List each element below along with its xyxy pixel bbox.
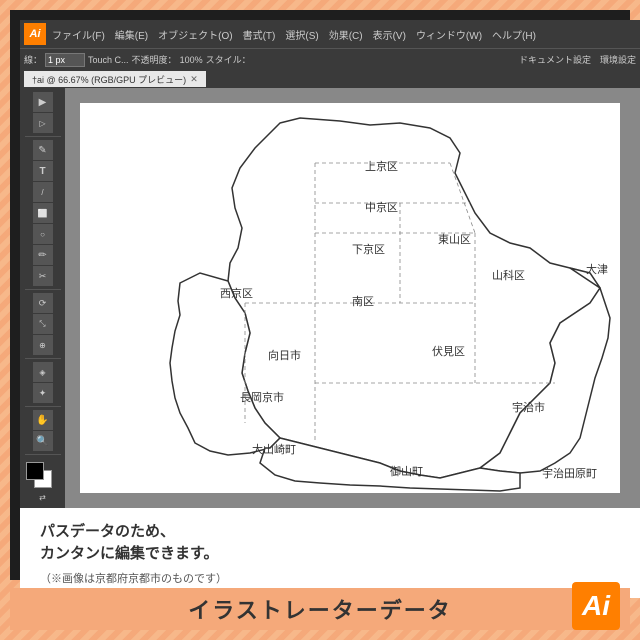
toolbox: ▶ ▷ ✎ T / ⬜ ○ ✏ ✂ ⟳ ⤡ ⊕ ◈ ✦ ✋ 🔍 ⇄ ⊘ ··· <box>20 88 65 548</box>
label-nishikyo: 西京区 <box>220 285 253 301</box>
label-uji: 宇治市 <box>512 399 545 415</box>
label-fushimi: 伏見区 <box>432 343 465 359</box>
stroke-label: 線： <box>24 53 42 66</box>
label-higashiyama: 東山区 <box>438 231 471 247</box>
bottom-info: パスデータのため、カンタンに編集できます。 （※画像は京都府京都市のものです） <box>20 508 640 598</box>
info-main-text: パスデータのため、カンタンに編集できます。 <box>40 521 620 566</box>
menu-effect[interactable]: 効果(C) <box>325 25 367 44</box>
menu-help[interactable]: ヘルプ(H) <box>488 25 540 44</box>
tool-scissors[interactable]: ✂ <box>33 266 53 286</box>
label-oyamazaki: 大山崎町 <box>252 441 296 457</box>
tool-zoom[interactable]: 🔍 <box>33 431 53 451</box>
label-nakagyo: 中京区 <box>365 199 398 215</box>
label-shimogyo: 下京区 <box>352 241 385 257</box>
tool-line[interactable]: / <box>33 182 53 202</box>
swap-colors-icon[interactable]: ⇄ <box>39 493 46 502</box>
opacity-label: 不透明度： <box>132 53 177 66</box>
tool-brush[interactable]: ✏ <box>33 245 53 265</box>
label-yamashina: 山科区 <box>492 267 525 283</box>
tool-eyedropper[interactable]: ✦ <box>33 383 53 403</box>
tool-rotate[interactable]: ⟳ <box>33 293 53 313</box>
tab-close-icon[interactable]: ✕ <box>190 74 198 85</box>
label-muko: 向日市 <box>268 347 301 363</box>
footer: イラストレーターデータ <box>10 588 630 630</box>
menu-edit[interactable]: 編集(E) <box>111 25 152 44</box>
label-oyama: 御山町 <box>390 463 423 479</box>
tool-scale[interactable]: ⤡ <box>33 314 53 334</box>
footer-ai-text: Ai <box>582 590 610 622</box>
tool-blend[interactable]: ⊕ <box>33 335 53 355</box>
menu-format[interactable]: 書式(T) <box>239 25 280 44</box>
menu-window[interactable]: ウィンドウ(W) <box>412 25 486 44</box>
main-card: Ai ファイル(F) 編集(E) オブジェクト(O) 書式(T) 選択(S) 効… <box>10 10 630 580</box>
app-logo: Ai <box>24 23 46 45</box>
canvas-white: 上京区 中京区 東山区 下京区 山科区 南区 西京区 伏見区 向日市 長岡京市 … <box>80 103 620 493</box>
menu-select[interactable]: 選択(S) <box>281 25 322 44</box>
footer-title: イラストレーターデータ <box>188 593 452 625</box>
tool-separator-1 <box>25 136 61 137</box>
menu-file[interactable]: ファイル(F) <box>48 25 109 44</box>
info-text-container: パスデータのため、カンタンに編集できます。 （※画像は京都府京都市のものです） <box>40 521 620 586</box>
menu-object[interactable]: オブジェクト(O) <box>154 25 236 44</box>
tool-rect[interactable]: ⬜ <box>33 203 53 223</box>
tool-direct-select[interactable]: ▷ <box>33 113 53 133</box>
touch-label: Touch C... <box>88 55 129 65</box>
tool-separator-4 <box>25 406 61 407</box>
tool-hand[interactable]: ✋ <box>33 410 53 430</box>
label-minami: 南区 <box>352 293 374 309</box>
tool-select[interactable]: ▶ <box>33 92 53 112</box>
tool-text[interactable]: T <box>33 161 53 181</box>
tool-gradient[interactable]: ◈ <box>33 362 53 382</box>
doc-settings-button[interactable]: ドキュメント設定 <box>519 53 591 66</box>
tool-separator-2 <box>25 289 61 290</box>
tab-label: †ai @ 66.67% (RGB/GPU プレビュー) <box>32 73 186 86</box>
label-ujitawara: 宇治田原町 <box>542 465 597 481</box>
tool-separator-5 <box>25 454 61 455</box>
label-otsu: 大津 <box>586 261 608 277</box>
label-nagaokakyo: 長岡京市 <box>240 389 284 405</box>
properties-toolbar: 線： Touch C... 不透明度： 100% スタイル： ドキュメント設定 … <box>20 48 640 70</box>
menu-toolbar: Ai ファイル(F) 編集(E) オブジェクト(O) 書式(T) 選択(S) 効… <box>20 20 640 48</box>
stroke-swatch[interactable] <box>26 462 44 480</box>
info-sub-text: （※画像は京都府京都市のものです） <box>40 570 620 586</box>
opacity-value: 100% <box>180 55 203 65</box>
style-label: スタイル： <box>206 53 251 66</box>
label-kamigyo: 上京区 <box>365 158 398 174</box>
color-swatches <box>26 462 60 490</box>
map-labels-container: 上京区 中京区 東山区 下京区 山科区 南区 西京区 伏見区 向日市 長岡京市 … <box>80 103 620 493</box>
canvas-area: 上京区 中京区 東山区 下京区 山科区 南区 西京区 伏見区 向日市 長岡京市 … <box>65 88 640 508</box>
footer-ai-logo: Ai <box>572 582 620 630</box>
tab-document[interactable]: †ai @ 66.67% (RGB/GPU プレビュー) ✕ <box>24 71 206 87</box>
tab-bar: †ai @ 66.67% (RGB/GPU プレビュー) ✕ <box>20 70 640 88</box>
menu-view[interactable]: 表示(V) <box>369 25 410 44</box>
env-settings-button[interactable]: 環境設定 <box>600 53 636 66</box>
tool-pen[interactable]: ✎ <box>33 140 53 160</box>
stroke-input[interactable] <box>45 53 85 67</box>
tool-separator-3 <box>25 358 61 359</box>
menu-bar: ファイル(F) 編集(E) オブジェクト(O) 書式(T) 選択(S) 効果(C… <box>48 25 636 44</box>
tool-ellipse[interactable]: ○ <box>33 224 53 244</box>
